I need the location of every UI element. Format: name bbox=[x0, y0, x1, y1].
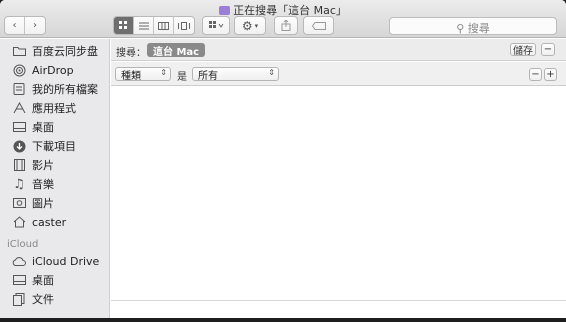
chevron-updown-icon: ⇕ bbox=[268, 68, 275, 77]
sidebar-item-label: 百度云同步盘 bbox=[32, 45, 98, 58]
sidebar-item-downloads[interactable]: 下載項目 bbox=[12, 137, 76, 155]
sidebar-item-music[interactable]: ♫ 音樂 bbox=[12, 175, 54, 193]
pictures-icon bbox=[12, 196, 26, 210]
cover-flow-button[interactable] bbox=[174, 17, 194, 34]
search-placeholder-wrap: ⚲ 搜尋 bbox=[390, 20, 556, 36]
remove-criteria-button[interactable]: − bbox=[529, 68, 542, 81]
search-placeholder: 搜尋 bbox=[467, 22, 490, 35]
desktop-icon bbox=[12, 120, 26, 134]
sidebar-item-label: 圖片 bbox=[32, 197, 54, 210]
share-button[interactable] bbox=[274, 16, 298, 35]
sidebar-item-icloud-desktop[interactable]: 桌面 bbox=[12, 271, 54, 289]
chevron-updown-icon: ⇕ bbox=[160, 68, 167, 77]
cloud-icon bbox=[12, 254, 26, 268]
icon-view-button[interactable] bbox=[114, 17, 134, 34]
sidebar-item-desktop[interactable]: 桌面 bbox=[12, 118, 54, 136]
sidebar-item-icloud-drive[interactable]: iCloud Drive bbox=[12, 252, 99, 270]
save-search-button[interactable]: 儲存 bbox=[510, 43, 536, 57]
column-view-button[interactable] bbox=[154, 17, 174, 34]
sidebar-item-label: 我的所有檔案 bbox=[32, 83, 98, 96]
criteria-operator: 是 bbox=[177, 72, 187, 83]
documents-icon bbox=[12, 292, 26, 306]
search-folder-icon bbox=[219, 6, 231, 15]
movies-icon bbox=[12, 158, 26, 172]
sidebar-item-movies[interactable]: 影片 bbox=[12, 156, 54, 174]
column-view-icon bbox=[158, 21, 169, 30]
airdrop-icon bbox=[12, 63, 26, 77]
sidebar-item-baidu[interactable]: 百度云同步盘 bbox=[12, 42, 98, 60]
back-button[interactable]: ‹ bbox=[5, 17, 26, 34]
gear-icon: ⚙ bbox=[241, 18, 253, 33]
sidebar-item-pictures[interactable]: 圖片 bbox=[12, 194, 54, 212]
icon-view-icon bbox=[119, 21, 127, 29]
finder-window: 正在搜尋「這台 Mac」 ‹ › ⚙ ▾ ⚲ 搜尋 百度云同步盘 AirDrop… bbox=[0, 0, 566, 318]
sidebar-item-label: 桌面 bbox=[32, 274, 54, 287]
home-icon bbox=[12, 215, 26, 229]
search-icon: ⚲ bbox=[456, 22, 465, 35]
arrange-button[interactable] bbox=[202, 16, 230, 35]
sidebar-item-label: AirDrop bbox=[32, 63, 74, 77]
search-scope-bar: 搜尋： 這台 Mac 儲存 − bbox=[111, 39, 566, 61]
chevron-down-icon: ▾ bbox=[254, 21, 259, 30]
sidebar-item-airdrop[interactable]: AirDrop bbox=[12, 61, 74, 79]
list-view-icon bbox=[138, 22, 149, 29]
criteria-value-select[interactable]: 所有 ⇕ bbox=[192, 67, 279, 82]
scope-this-mac[interactable]: 這台 Mac bbox=[147, 43, 206, 58]
search-criteria-row: 種類 ⇕ 是 所有 ⇕ − + bbox=[111, 62, 566, 86]
search-scope-label: 搜尋： bbox=[116, 48, 146, 59]
cover-flow-icon bbox=[178, 21, 190, 30]
nav-buttons: ‹ › bbox=[4, 16, 46, 35]
sidebar-item-documents[interactable]: 文件 bbox=[12, 290, 54, 308]
forward-button[interactable]: › bbox=[25, 17, 45, 34]
sidebar-item-label: 桌面 bbox=[32, 121, 54, 134]
sidebar-item-all-files[interactable]: 我的所有檔案 bbox=[12, 80, 98, 98]
folder-icon bbox=[12, 44, 26, 58]
scope-remove-button[interactable]: − bbox=[541, 43, 555, 56]
sidebar-item-applications[interactable]: 應用程式 bbox=[12, 99, 76, 117]
all-files-icon bbox=[12, 82, 26, 96]
music-icon: ♫ bbox=[13, 176, 25, 192]
sidebar-item-home[interactable]: caster bbox=[12, 213, 66, 231]
sidebar-item-label: iCloud Drive bbox=[32, 254, 100, 268]
sidebar-item-label: 音樂 bbox=[32, 178, 54, 191]
search-results-area: 搜尋： 這台 Mac 儲存 − 種類 ⇕ 是 所有 ⇕ − + bbox=[111, 39, 566, 318]
criteria-attribute-value: 種類 bbox=[121, 70, 141, 82]
sidebar-item-label: 影片 bbox=[32, 159, 54, 172]
add-criteria-button[interactable]: + bbox=[544, 68, 557, 81]
criteria-attribute-select[interactable]: 種類 ⇕ bbox=[115, 67, 171, 82]
sidebar-section-icloud: iCloud bbox=[7, 239, 39, 250]
sidebar: 百度云同步盘 AirDrop 我的所有檔案 應用程式 桌面 下載項目 影片 ♫ bbox=[0, 39, 110, 318]
desktop-icon bbox=[12, 273, 26, 287]
tags-button[interactable] bbox=[303, 16, 334, 35]
sidebar-item-label: 下載項目 bbox=[32, 140, 76, 153]
downloads-icon bbox=[12, 139, 26, 153]
applications-icon bbox=[12, 101, 26, 115]
search-field[interactable]: ⚲ 搜尋 bbox=[389, 17, 557, 35]
view-mode-switcher bbox=[113, 16, 195, 35]
titlebar: 正在搜尋「這台 Mac」 ‹ › ⚙ ▾ ⚲ 搜尋 bbox=[0, 0, 566, 38]
criteria-value-text: 所有 bbox=[198, 70, 218, 82]
action-button[interactable]: ⚙ ▾ bbox=[234, 16, 266, 35]
arrange-icon bbox=[208, 21, 223, 28]
sidebar-item-label: caster bbox=[32, 215, 67, 229]
tag-icon bbox=[311, 21, 326, 30]
sidebar-item-label: 文件 bbox=[32, 293, 54, 306]
list-view-button[interactable] bbox=[134, 17, 154, 34]
share-icon bbox=[281, 20, 291, 31]
status-divider bbox=[111, 300, 566, 301]
sidebar-item-label: 應用程式 bbox=[32, 102, 76, 115]
